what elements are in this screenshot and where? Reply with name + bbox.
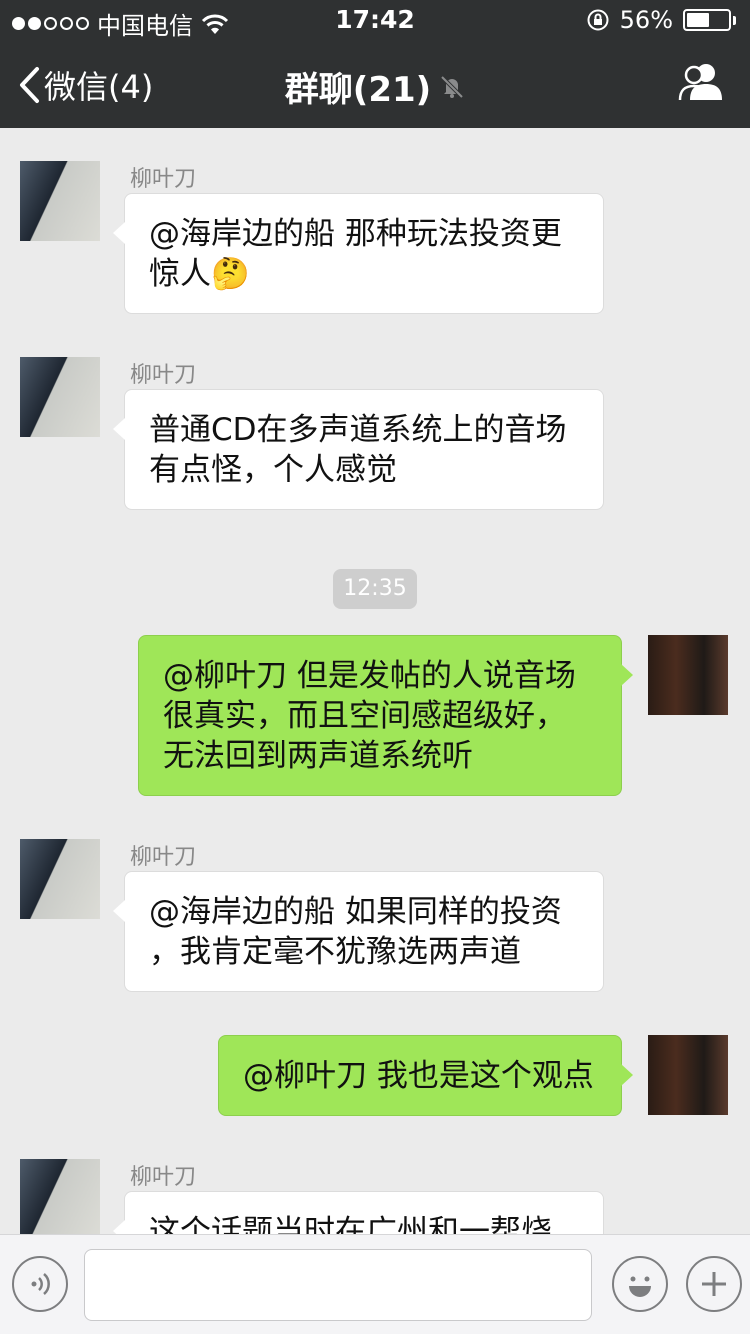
message-line: @柳叶刀 我也是这个观点 bbox=[243, 1058, 594, 1094]
message-input[interactable] bbox=[84, 1249, 592, 1321]
timestamp-badge: 12:35 bbox=[333, 569, 417, 609]
sender-name: 柳叶刀 bbox=[130, 1165, 197, 1190]
avatar[interactable] bbox=[20, 357, 100, 437]
sender-name: 柳叶刀 bbox=[130, 845, 197, 870]
nav-bar: 微信(4) 群聊(21) bbox=[0, 40, 750, 128]
message-line: @海岸边的船 如果同样的投资 bbox=[149, 894, 562, 930]
message-line: @柳叶刀 但是发帖的人说音场 bbox=[163, 658, 576, 694]
message-line: 普通CD在多声道系统上的音场 bbox=[149, 412, 567, 448]
emoji-button[interactable] bbox=[612, 1256, 668, 1312]
battery-percent: 56% bbox=[619, 6, 673, 34]
status-right: 56% bbox=[586, 6, 736, 34]
message-line: @海岸边的船 那种玩法投资更 bbox=[149, 216, 562, 252]
message-line: 很真实，而且空间感超级好， bbox=[163, 698, 566, 734]
mute-bell-icon bbox=[440, 75, 464, 98]
input-bar bbox=[0, 1234, 750, 1334]
chat-title: 群聊(21) bbox=[0, 62, 750, 111]
message-bubble[interactable]: @柳叶刀 我也是这个观点 bbox=[218, 1035, 633, 1116]
more-button[interactable] bbox=[686, 1256, 742, 1312]
rotation-lock-icon bbox=[587, 9, 609, 31]
chat-area[interactable]: 柳叶刀 @海岸边的船 那种玩法投资更 惊人🤔 柳叶刀 普通CD在多声道系统上的音… bbox=[0, 128, 750, 1234]
message-bubble[interactable]: 这个话题当时在广州和一帮烧 bbox=[113, 1191, 604, 1234]
avatar[interactable] bbox=[20, 1159, 100, 1234]
emoji-icon bbox=[629, 1276, 651, 1297]
group-people-icon bbox=[678, 64, 722, 101]
message-line: 无法回到两声道系统听 bbox=[163, 738, 473, 774]
message-line: 有点怪，个人感觉 bbox=[149, 452, 397, 488]
voice-button[interactable] bbox=[12, 1256, 68, 1312]
message-bubble[interactable]: @柳叶刀 但是发帖的人说音场 很真实，而且空间感超级好， 无法回到两声道系统听 bbox=[138, 635, 633, 796]
message-bubble[interactable]: @海岸边的船 如果同样的投资 ，我肯定毫不犹豫选两声道 bbox=[113, 871, 604, 992]
plus-icon bbox=[702, 1272, 726, 1296]
status-bar: 中国电信 17:42 56% bbox=[0, 0, 750, 40]
voice-icon bbox=[31, 1273, 50, 1295]
avatar[interactable] bbox=[648, 635, 728, 715]
message-line: 惊人🤔 bbox=[149, 256, 250, 292]
battery-icon bbox=[683, 9, 731, 31]
chat-title-text: 群聊(21) bbox=[284, 70, 432, 110]
avatar[interactable] bbox=[20, 839, 100, 919]
message-line: 这个话题当时在广州和一帮烧 bbox=[149, 1214, 552, 1234]
message-bubble[interactable]: 普通CD在多声道系统上的音场 有点怪，个人感觉 bbox=[113, 389, 604, 510]
group-members-button[interactable] bbox=[678, 62, 724, 106]
avatar[interactable] bbox=[648, 1035, 728, 1115]
avatar[interactable] bbox=[20, 161, 100, 241]
sender-name: 柳叶刀 bbox=[130, 363, 197, 388]
message-line: ，我肯定毫不犹豫选两声道 bbox=[149, 934, 521, 970]
sender-name: 柳叶刀 bbox=[130, 167, 197, 192]
message-bubble[interactable]: @海岸边的船 那种玩法投资更 惊人🤔 bbox=[113, 193, 604, 314]
